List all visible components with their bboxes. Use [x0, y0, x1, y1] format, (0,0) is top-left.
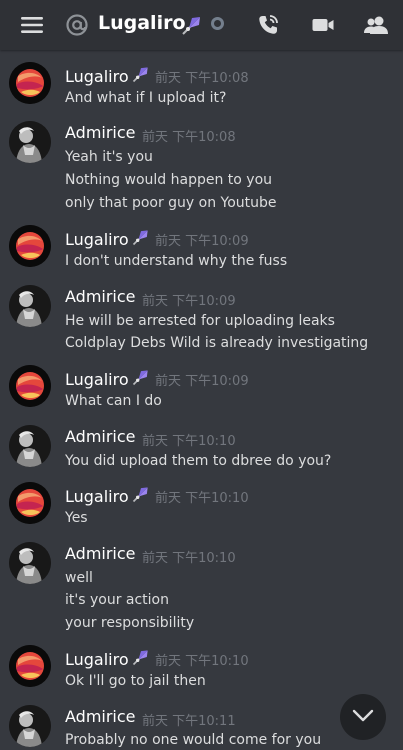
avatar[interactable] — [9, 285, 51, 327]
message-text: You did upload them to dbree do you? — [65, 453, 332, 469]
avatar[interactable] — [9, 62, 51, 104]
message-text: only that poor guy on Youtube — [65, 195, 277, 211]
username-text[interactable]: Admirice — [65, 707, 136, 726]
username-text[interactable]: Admirice — [65, 544, 136, 563]
offline-status-icon — [211, 17, 224, 30]
timestamp: 前天 下午10:10 — [155, 654, 249, 669]
satellite-icon — [131, 64, 151, 88]
timestamp: 前天 下午10:08 — [155, 71, 249, 86]
avatar[interactable] — [9, 365, 51, 407]
timestamp: 前天 下午10:09 — [155, 234, 249, 249]
timestamp: 前天 下午10:09 — [142, 294, 236, 309]
satellite-icon — [131, 367, 151, 391]
message-text: Yeah it's you — [65, 149, 153, 165]
username[interactable]: Admirice — [65, 544, 136, 563]
avatar[interactable] — [9, 225, 51, 267]
satellite-icon — [131, 647, 151, 671]
channel-title-text: Lugaliro — [98, 12, 186, 34]
username-text[interactable]: Admirice — [65, 123, 136, 142]
members-icon[interactable] — [363, 0, 389, 50]
username-text[interactable]: Lugaliro — [65, 650, 129, 669]
message-text: He will be arrested for uploading leaks — [65, 313, 335, 329]
username-text[interactable]: Lugaliro — [65, 230, 129, 249]
hamburger-menu-icon[interactable] — [19, 0, 45, 50]
username[interactable]: Lugaliro — [65, 367, 151, 391]
username[interactable]: Admirice — [65, 707, 136, 726]
message-text: Nothing would happen to you — [65, 172, 273, 188]
timestamp: 前天 下午10:10 — [155, 491, 249, 506]
username[interactable]: Lugaliro — [65, 64, 151, 88]
username[interactable]: Lugaliro — [65, 647, 151, 671]
username-text[interactable]: Lugaliro — [65, 370, 129, 389]
message-text: What can I do — [65, 393, 162, 409]
timestamp: 前天 下午10:10 — [142, 551, 236, 566]
timestamp: 前天 下午10:08 — [142, 130, 236, 145]
username[interactable]: Lugaliro — [65, 484, 151, 508]
timestamp: 前天 下午10:11 — [142, 714, 236, 729]
message-text: well — [65, 570, 93, 586]
satellite-icon — [131, 484, 151, 508]
avatar[interactable] — [9, 121, 51, 163]
channel-header: Lugaliro — [0, 0, 403, 50]
timestamp: 前天 下午10:09 — [155, 374, 249, 389]
username[interactable]: Admirice — [65, 287, 136, 306]
message-text: it's your action — [65, 592, 169, 608]
message-list[interactable]: Lugaliro 前天 下午10:08 And what if I upload… — [0, 50, 403, 750]
message-text: Yes — [65, 510, 88, 526]
username-text[interactable]: Admirice — [65, 427, 136, 446]
username[interactable]: Lugaliro — [65, 227, 151, 251]
video-camera-icon[interactable] — [310, 0, 336, 50]
username-text[interactable]: Lugaliro — [65, 67, 129, 86]
avatar[interactable] — [9, 542, 51, 584]
timestamp: 前天 下午10:10 — [142, 434, 236, 449]
jump-to-present-button[interactable] — [340, 694, 386, 740]
avatar[interactable] — [9, 705, 51, 747]
phone-call-icon[interactable] — [255, 0, 281, 50]
avatar[interactable] — [9, 482, 51, 524]
message-text: Coldplay Debs Wild is already investigat… — [65, 335, 369, 351]
message-text: Ok I'll go to jail then — [65, 673, 206, 689]
username[interactable]: Admirice — [65, 123, 136, 142]
satellite-icon — [180, 0, 204, 50]
message-text: your responsibility — [65, 615, 195, 631]
avatar[interactable] — [9, 645, 51, 687]
satellite-icon — [131, 227, 151, 251]
username[interactable]: Admirice — [65, 427, 136, 446]
message-text: And what if I upload it? — [65, 90, 227, 106]
at-sign-icon — [64, 0, 90, 50]
channel-title: Lugaliro — [98, 12, 186, 34]
message-text: I don't understand why the fuss — [65, 253, 288, 269]
username-text[interactable]: Admirice — [65, 287, 136, 306]
message-text: Probably no one would come for you — [65, 732, 322, 748]
avatar[interactable] — [9, 425, 51, 467]
username-text[interactable]: Lugaliro — [65, 487, 129, 506]
chevron-down-icon — [352, 708, 374, 727]
